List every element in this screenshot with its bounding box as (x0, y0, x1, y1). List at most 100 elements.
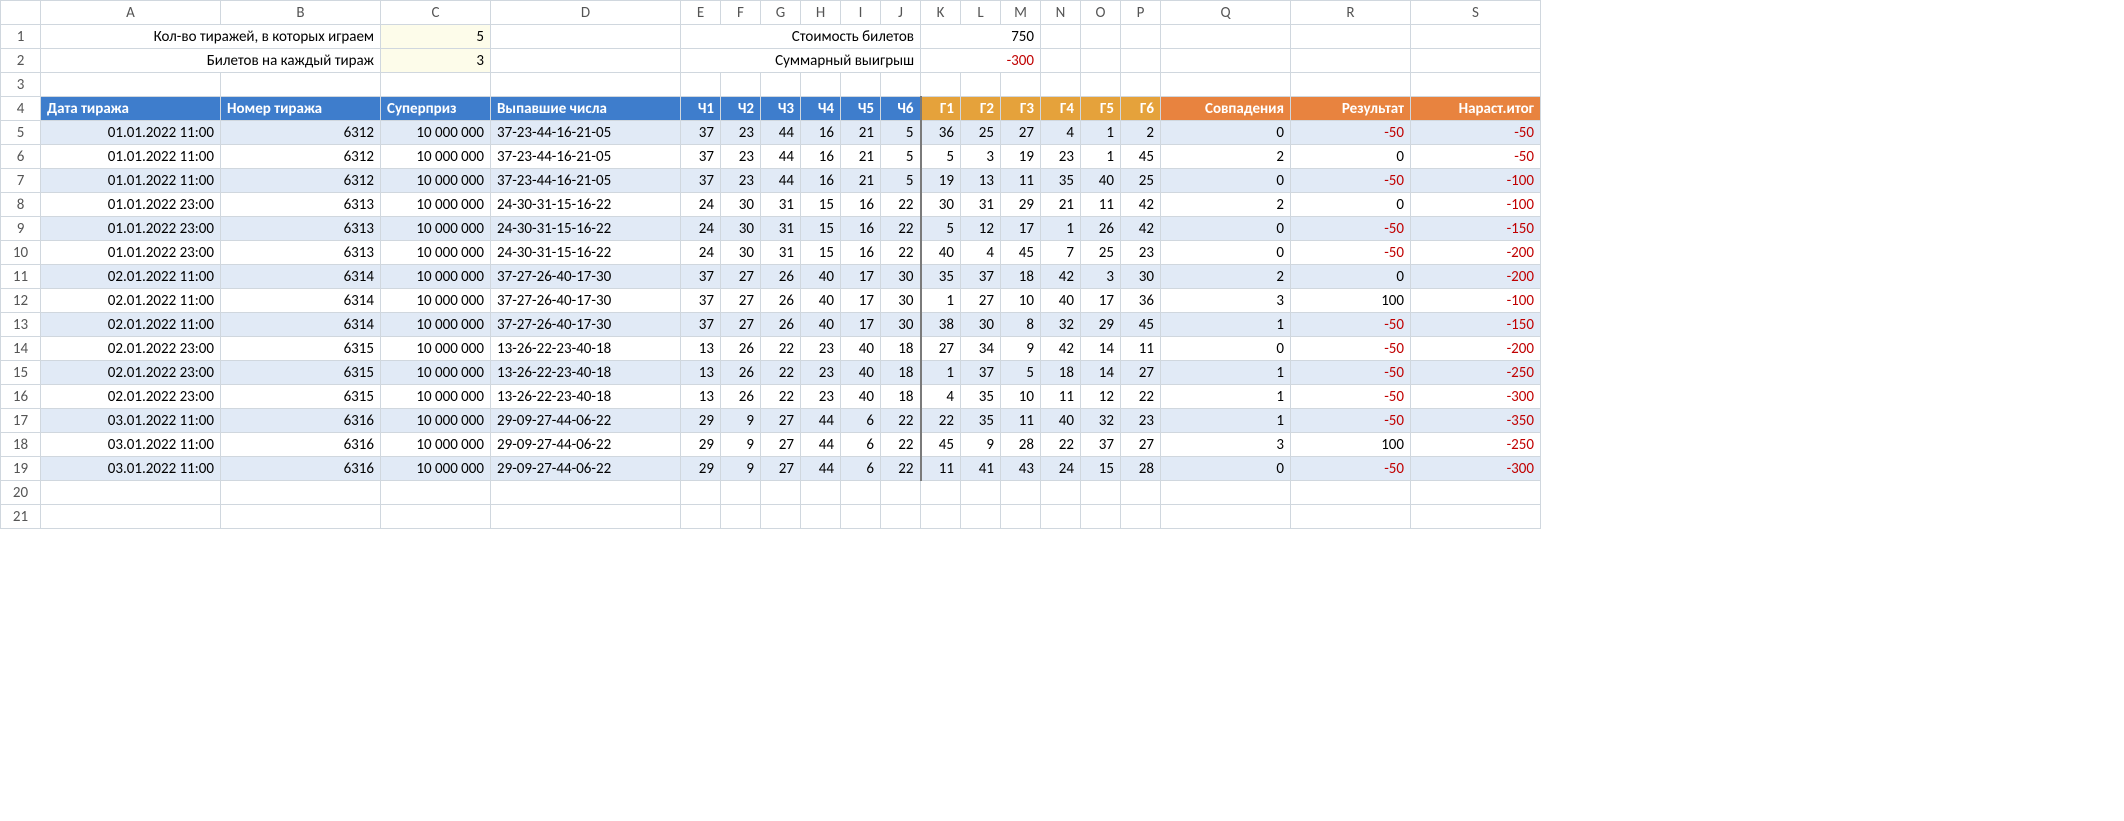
cell-E20[interactable] (681, 481, 721, 505)
cell-g4[interactable]: 1 (1041, 217, 1081, 241)
cell-R20[interactable] (1291, 481, 1411, 505)
spreadsheet[interactable]: ABCDEFGHIJKLMNOPQRS1Кол-во тиражей, в ко… (0, 0, 1541, 529)
cell-g2[interactable]: 37 (961, 361, 1001, 385)
cell-prize[interactable]: 10 000 000 (381, 121, 491, 145)
row-header-19[interactable]: 19 (1, 457, 41, 481)
cell-ch2[interactable]: 30 (721, 217, 761, 241)
value-ticket-cost[interactable]: 750 (921, 25, 1041, 49)
header-Г4[interactable]: Г4 (1041, 97, 1081, 121)
cell-g6[interactable]: 30 (1121, 265, 1161, 289)
cell-ch5[interactable]: 40 (841, 385, 881, 409)
cell-g3[interactable]: 29 (1001, 193, 1041, 217)
header-Результат[interactable]: Результат (1291, 97, 1411, 121)
cell-date[interactable]: 01.01.2022 23:00 (41, 193, 221, 217)
cell-ch3[interactable]: 31 (761, 241, 801, 265)
cell-ch2[interactable]: 23 (721, 145, 761, 169)
row-header-18[interactable]: 18 (1, 433, 41, 457)
cell-prize[interactable]: 10 000 000 (381, 337, 491, 361)
cell-cumulative[interactable]: -50 (1411, 121, 1541, 145)
cell-ch6[interactable]: 5 (881, 169, 921, 193)
cell-match[interactable]: 0 (1161, 337, 1291, 361)
cell-g1[interactable]: 1 (921, 361, 961, 385)
cell-result[interactable]: -50 (1291, 457, 1411, 481)
cell-N21[interactable] (1041, 505, 1081, 529)
cell-g4[interactable]: 11 (1041, 385, 1081, 409)
cell-M21[interactable] (1001, 505, 1041, 529)
cell-match[interactable]: 0 (1161, 241, 1291, 265)
col-header-J[interactable]: J (881, 1, 921, 25)
cell-J20[interactable] (881, 481, 921, 505)
cell-result[interactable]: 0 (1291, 193, 1411, 217)
cell-g5[interactable]: 26 (1081, 217, 1121, 241)
cell-date[interactable]: 03.01.2022 11:00 (41, 433, 221, 457)
cell-R21[interactable] (1291, 505, 1411, 529)
cell-g6[interactable]: 23 (1121, 241, 1161, 265)
cell-result[interactable]: 100 (1291, 289, 1411, 313)
cell-g5[interactable]: 3 (1081, 265, 1121, 289)
cell-ch6[interactable]: 30 (881, 289, 921, 313)
row-header-11[interactable]: 11 (1, 265, 41, 289)
cell-prize[interactable]: 10 000 000 (381, 361, 491, 385)
row-header-17[interactable]: 17 (1, 409, 41, 433)
cell-draw-num[interactable]: 6314 (221, 265, 381, 289)
cell-ch4[interactable]: 23 (801, 385, 841, 409)
row-header-14[interactable]: 14 (1, 337, 41, 361)
col-header-R[interactable]: R (1291, 1, 1411, 25)
cell-ch2[interactable]: 9 (721, 433, 761, 457)
cell-draw-num[interactable]: 6315 (221, 385, 381, 409)
label-tickets-per-draw[interactable]: Билетов на каждый тираж (41, 49, 381, 73)
col-header-N[interactable]: N (1041, 1, 1081, 25)
cell-cumulative[interactable]: -150 (1411, 217, 1541, 241)
cell-ch2[interactable]: 30 (721, 241, 761, 265)
cell-L21[interactable] (961, 505, 1001, 529)
cell-date[interactable]: 03.01.2022 11:00 (41, 409, 221, 433)
cell-g2[interactable]: 35 (961, 385, 1001, 409)
cell-ch6[interactable]: 22 (881, 241, 921, 265)
cell-cumulative[interactable]: -200 (1411, 241, 1541, 265)
cell-ch6[interactable]: 30 (881, 265, 921, 289)
cell-g3[interactable]: 17 (1001, 217, 1041, 241)
col-header-K[interactable]: K (921, 1, 961, 25)
cell-cumulative[interactable]: -250 (1411, 361, 1541, 385)
cell-g1[interactable]: 38 (921, 313, 961, 337)
cell-ch4[interactable]: 40 (801, 313, 841, 337)
cell-g6[interactable]: 22 (1121, 385, 1161, 409)
cell-cumulative[interactable]: -300 (1411, 385, 1541, 409)
cell-ch5[interactable]: 16 (841, 217, 881, 241)
cell-cumulative[interactable]: -150 (1411, 313, 1541, 337)
cell-H3[interactable] (801, 73, 841, 97)
cell-match[interactable]: 0 (1161, 457, 1291, 481)
cell-ch6[interactable]: 22 (881, 457, 921, 481)
cell-ch1[interactable]: 37 (681, 289, 721, 313)
cell-ch5[interactable]: 6 (841, 433, 881, 457)
cell-ch5[interactable]: 21 (841, 121, 881, 145)
header-Ч1[interactable]: Ч1 (681, 97, 721, 121)
cell-g2[interactable]: 4 (961, 241, 1001, 265)
cell-G20[interactable] (761, 481, 801, 505)
cell-ch6[interactable]: 18 (881, 361, 921, 385)
cell-ch1[interactable]: 29 (681, 409, 721, 433)
header-Совпадения[interactable]: Совпадения (1161, 97, 1291, 121)
cell-g3[interactable]: 8 (1001, 313, 1041, 337)
header-Ч5[interactable]: Ч5 (841, 97, 881, 121)
col-header-A[interactable]: A (41, 1, 221, 25)
input-draws[interactable]: 5 (381, 25, 491, 49)
cell-prize[interactable]: 10 000 000 (381, 145, 491, 169)
cell-ch5[interactable]: 6 (841, 409, 881, 433)
header-Ч4[interactable]: Ч4 (801, 97, 841, 121)
cell-ch1[interactable]: 13 (681, 385, 721, 409)
header-Суперприз[interactable]: Суперприз (381, 97, 491, 121)
cell-ch6[interactable]: 22 (881, 217, 921, 241)
cell-g1[interactable]: 36 (921, 121, 961, 145)
cell-ch2[interactable]: 23 (721, 169, 761, 193)
cell-match[interactable]: 0 (1161, 169, 1291, 193)
cell-result[interactable]: -50 (1291, 241, 1411, 265)
cell-match[interactable]: 1 (1161, 409, 1291, 433)
cell-match[interactable]: 0 (1161, 121, 1291, 145)
cell-Q1[interactable] (1161, 25, 1291, 49)
cell-ch3[interactable]: 31 (761, 193, 801, 217)
cell-ch2[interactable]: 26 (721, 385, 761, 409)
cell-result[interactable]: 0 (1291, 265, 1411, 289)
cell-Q3[interactable] (1161, 73, 1291, 97)
cell-ch1[interactable]: 24 (681, 193, 721, 217)
